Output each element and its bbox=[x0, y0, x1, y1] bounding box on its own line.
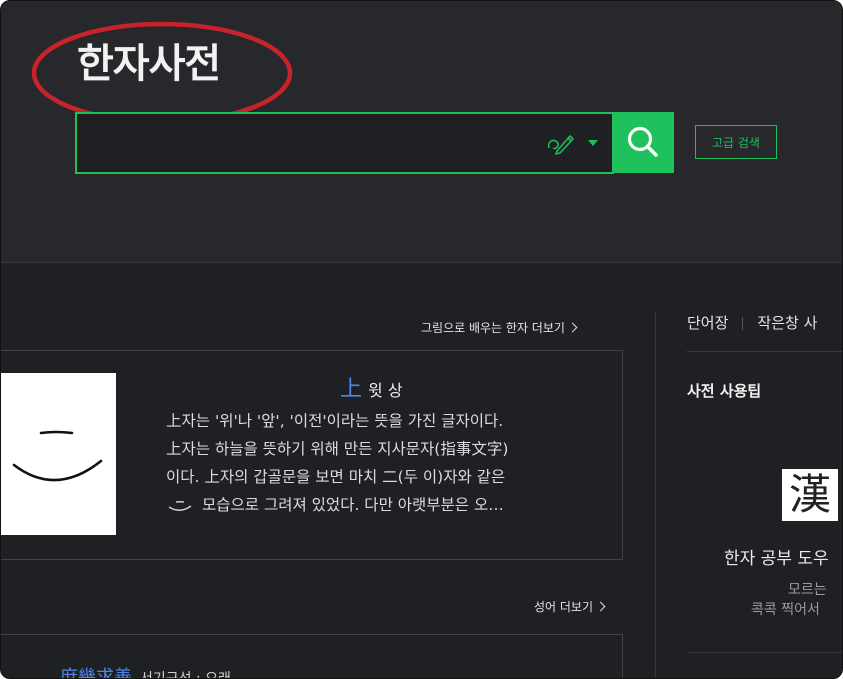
oracle-bone-glyph-icon bbox=[168, 500, 192, 511]
search-box bbox=[75, 112, 614, 174]
hanja-meaning: 윗 상 bbox=[368, 381, 403, 400]
dictionary-window: 한자사전 고급 검색 그림으로 배우는 한자 더보기 上 윗 상 上자는 '위'… bbox=[0, 0, 843, 679]
side-links: 단어장 작은창 사 bbox=[687, 312, 817, 333]
idiom-reading: 서기구선 : 오래… bbox=[140, 671, 245, 679]
header-divider bbox=[1, 262, 842, 263]
search-icon bbox=[627, 126, 658, 157]
link-separator bbox=[742, 317, 744, 330]
study-helper-subtext: 모르는 bbox=[788, 582, 827, 598]
column-divider bbox=[655, 313, 656, 678]
description-line: 上자는 하늘을 뜻하기 위해 만든 지사문자(指事文字) bbox=[166, 440, 509, 458]
tips-heading: 사전 사용팁 bbox=[687, 382, 762, 400]
study-helper-title[interactable]: 한자 공부 도우 bbox=[724, 544, 829, 569]
advanced-search-button[interactable]: 고급 검색 bbox=[695, 125, 777, 159]
search-button[interactable] bbox=[612, 112, 674, 173]
idiom-more-label: 성어 더보기 bbox=[534, 600, 594, 614]
hanja-logo-icon: 漢 bbox=[782, 469, 838, 521]
idiom-card[interactable]: 庶幾求善 서기구선 : 오래… bbox=[1, 634, 623, 679]
learn-more-link[interactable]: 그림으로 배우는 한자 더보기 bbox=[421, 319, 578, 336]
hanja-character[interactable]: 上 bbox=[340, 377, 362, 402]
description-line: 上자는 '위'나 '앞', '이전'이라는 뜻을 가진 글자이다. bbox=[166, 412, 504, 430]
idiom-hanja[interactable]: 庶幾求善 bbox=[60, 667, 132, 678]
sidebar-divider bbox=[687, 351, 842, 352]
header: 한자사전 고급 검색 bbox=[1, 1, 842, 262]
small-window-link[interactable]: 작은창 사 bbox=[757, 314, 817, 332]
description-line-text: 모습으로 그려져 있었다. 다만 아랫부분은 오… bbox=[202, 496, 504, 514]
chevron-right-icon bbox=[567, 322, 578, 333]
study-helper-subtext: 콕콕 찍어서 bbox=[751, 602, 820, 618]
idiom-more-link[interactable]: 성어 더보기 bbox=[534, 598, 606, 615]
description-line-with-glyph: 모습으로 그려져 있었다. 다만 아랫부분은 오… bbox=[166, 491, 586, 519]
wordbook-link[interactable]: 단어장 bbox=[687, 314, 728, 332]
handwriting-pen-icon[interactable] bbox=[545, 130, 577, 156]
hanja-picture bbox=[1, 373, 116, 535]
sidebar-divider bbox=[687, 652, 842, 653]
description-line: 이다. 上자의 갑골문을 보면 마치 二(두 이)자와 같은 bbox=[166, 468, 506, 486]
chevron-down-icon[interactable] bbox=[588, 140, 598, 146]
learn-more-label: 그림으로 배우는 한자 더보기 bbox=[421, 321, 565, 335]
learn-by-picture-card[interactable]: 上 윗 상 上자는 '위'나 '앞', '이전'이라는 뜻을 가진 글자이다. 上… bbox=[1, 350, 623, 560]
hanja-description: 上자는 '위'나 '앞', '이전'이라는 뜻을 가진 글자이다. 上자는 하늘… bbox=[166, 407, 586, 519]
search-input[interactable] bbox=[77, 114, 560, 172]
idiom-entry[interactable]: 庶幾求善 서기구선 : 오래… bbox=[60, 663, 245, 679]
hanja-heading[interactable]: 上윗 상 bbox=[340, 371, 403, 403]
chevron-right-icon bbox=[595, 601, 606, 612]
